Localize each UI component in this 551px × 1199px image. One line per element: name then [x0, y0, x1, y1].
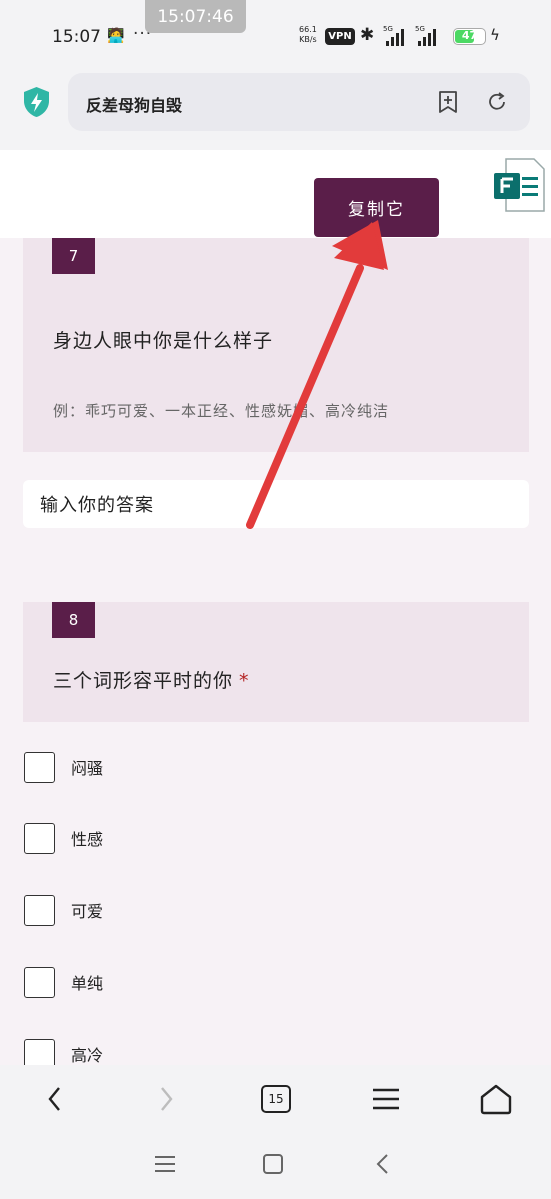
- screen-record-time: 15:07:46: [145, 0, 246, 33]
- option-label[interactable]: 可爱: [71, 898, 103, 922]
- answer-input[interactable]: 输入你的答案: [23, 480, 529, 528]
- question-number: 7: [52, 238, 95, 274]
- option-item[interactable]: 性感: [24, 822, 103, 854]
- question-title-row: 三个词形容平时的你 *: [53, 666, 250, 693]
- question-card-8: 8 三个词形容平时的你 *: [23, 602, 529, 722]
- system-back-button[interactable]: [368, 1149, 398, 1179]
- required-mark: *: [239, 670, 250, 692]
- system-home-button[interactable]: [258, 1149, 288, 1179]
- menu-icon: [373, 1088, 399, 1110]
- question-card-7: 7 身边人眼中你是什么样子 例：乖巧可爱、一本正经、性感妩媚、高冷纯洁: [23, 238, 529, 452]
- web-page: 复制它 7 身边人眼中你是什么样子 例：乖巧可爱、一本正经、性感妩媚、高冷纯洁 …: [0, 150, 551, 1065]
- bluetooth-icon: ✱: [360, 25, 375, 45]
- status-time: 15:07: [52, 27, 101, 47]
- charging-icon: ϟ: [490, 26, 500, 44]
- option-checkbox[interactable]: [24, 894, 55, 926]
- battery-icon: 47: [453, 28, 486, 45]
- tab-count: 15: [261, 1085, 291, 1113]
- option-item[interactable]: 单纯: [24, 966, 103, 998]
- question-description: 例：乖巧可爱、一本正经、性感妩媚、高冷纯洁: [53, 402, 390, 420]
- home-icon: [480, 1084, 512, 1115]
- network-speed-unit: KB/s: [299, 35, 317, 44]
- signal-strength-icon: 5G: [383, 25, 411, 46]
- question-title: 三个词形容平时的你: [53, 670, 234, 692]
- chevron-left-icon: [48, 1087, 60, 1111]
- option-label[interactable]: 高冷: [71, 1042, 103, 1065]
- signal-strength-icon-2: 5G: [415, 25, 443, 46]
- tabs-button[interactable]: 15: [256, 1079, 296, 1119]
- address-bar[interactable]: 反差母狗自毁: [68, 73, 530, 131]
- option-checkbox[interactable]: [24, 1038, 55, 1065]
- option-item[interactable]: 可爱: [24, 894, 103, 926]
- question-number: 8: [52, 602, 95, 638]
- add-bookmark-icon[interactable]: [436, 90, 460, 114]
- reload-icon[interactable]: [486, 91, 508, 113]
- option-label[interactable]: 性感: [71, 826, 103, 850]
- option-item[interactable]: 闷骚: [24, 751, 103, 783]
- address-text[interactable]: 反差母狗自毁: [86, 92, 182, 116]
- battery-level: 47: [461, 29, 478, 42]
- home-button[interactable]: [476, 1079, 516, 1119]
- back-button[interactable]: [35, 1079, 75, 1119]
- network-speed: 66.1 KB/s: [299, 25, 317, 45]
- vpn-badge: VPN: [325, 28, 355, 45]
- option-checkbox[interactable]: [24, 822, 55, 854]
- notification-avatar-icon: 🧑‍💻: [107, 28, 125, 44]
- option-item[interactable]: 高冷: [24, 1038, 103, 1065]
- page-header-area: [0, 150, 551, 238]
- recents-icon: [155, 1156, 175, 1172]
- option-checkbox[interactable]: [24, 966, 55, 998]
- option-label[interactable]: 闷骚: [71, 755, 103, 779]
- option-checkbox[interactable]: [24, 751, 55, 783]
- menu-button[interactable]: [366, 1079, 406, 1119]
- forms-app-icon[interactable]: [492, 157, 546, 213]
- option-label[interactable]: 单纯: [71, 970, 103, 994]
- copy-button[interactable]: 复制它: [314, 178, 439, 237]
- shield-icon[interactable]: [23, 86, 50, 118]
- back-triangle-icon: [376, 1154, 388, 1174]
- square-home-icon: [263, 1154, 283, 1174]
- system-recents-button[interactable]: [150, 1149, 180, 1179]
- question-title: 身边人眼中你是什么样子: [53, 330, 274, 352]
- chevron-right-icon: [161, 1087, 173, 1111]
- status-bar: 15:07 🧑‍💻 ··· 15:07:46 66.1 KB/s VPN ✱ 5…: [0, 0, 551, 68]
- browser-bottom-nav: 15: [0, 1065, 551, 1199]
- network-speed-value: 66.1: [299, 25, 317, 34]
- forward-button[interactable]: [146, 1079, 186, 1119]
